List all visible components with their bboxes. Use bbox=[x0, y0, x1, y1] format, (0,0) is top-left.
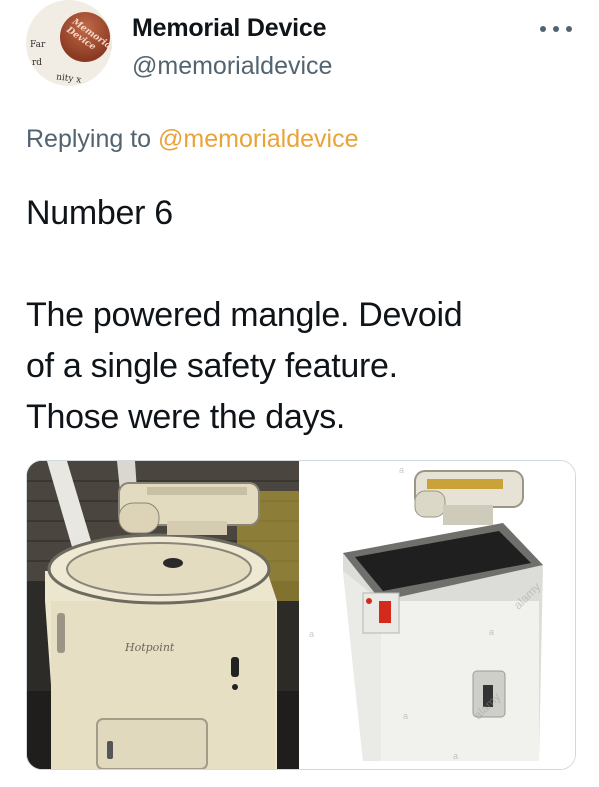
memorial-device-badge-icon: Memorial Device bbox=[50, 2, 112, 72]
more-options-icon[interactable] bbox=[540, 22, 572, 36]
tweet-line: Number 6 bbox=[26, 194, 173, 232]
dot bbox=[540, 26, 546, 32]
media-photo-right[interactable]: alamy alamy a a a a a bbox=[303, 461, 575, 769]
tweet-line: of a single safety feature. bbox=[26, 347, 398, 385]
mangle-stock-photo-illustration bbox=[303, 461, 575, 769]
tweet-text: Number 6 The powered mangle. Devoid of a… bbox=[26, 188, 586, 443]
reply-mention-link[interactable]: @memorialdevice bbox=[158, 125, 358, 153]
avatar-scrap-far: Far bbox=[30, 40, 46, 50]
dot bbox=[566, 26, 572, 32]
replying-to: Replying to @memorialdevice bbox=[26, 125, 358, 154]
tweet-line: The powered mangle. Devoid bbox=[26, 296, 463, 334]
media-grid[interactable]: Hotpoint alamy alamy a a a a a bbox=[26, 460, 576, 770]
avatar[interactable]: Far rd nity x Memorial Device bbox=[26, 0, 112, 86]
replying-to-prefix: Replying to bbox=[26, 125, 152, 153]
alamy-watermark-a: a bbox=[489, 627, 495, 637]
display-name[interactable]: Memorial Device bbox=[132, 14, 327, 43]
media-photo-left[interactable]: Hotpoint bbox=[27, 461, 299, 769]
user-handle[interactable]: @memorialdevice bbox=[132, 52, 332, 81]
avatar-scrap-nity: nity x bbox=[55, 72, 82, 86]
alamy-watermark-a: a bbox=[453, 751, 459, 761]
hotpoint-brand-label: Hotpoint bbox=[125, 641, 175, 654]
mangle-photo-illustration bbox=[27, 461, 299, 769]
tweet-line: Those were the days. bbox=[26, 398, 346, 436]
dot bbox=[553, 26, 559, 32]
alamy-watermark-a: a bbox=[403, 711, 409, 721]
alamy-watermark-a: a bbox=[309, 629, 315, 639]
alamy-watermark-a: a bbox=[399, 465, 405, 475]
avatar-scrap-rd: rd bbox=[32, 58, 43, 68]
